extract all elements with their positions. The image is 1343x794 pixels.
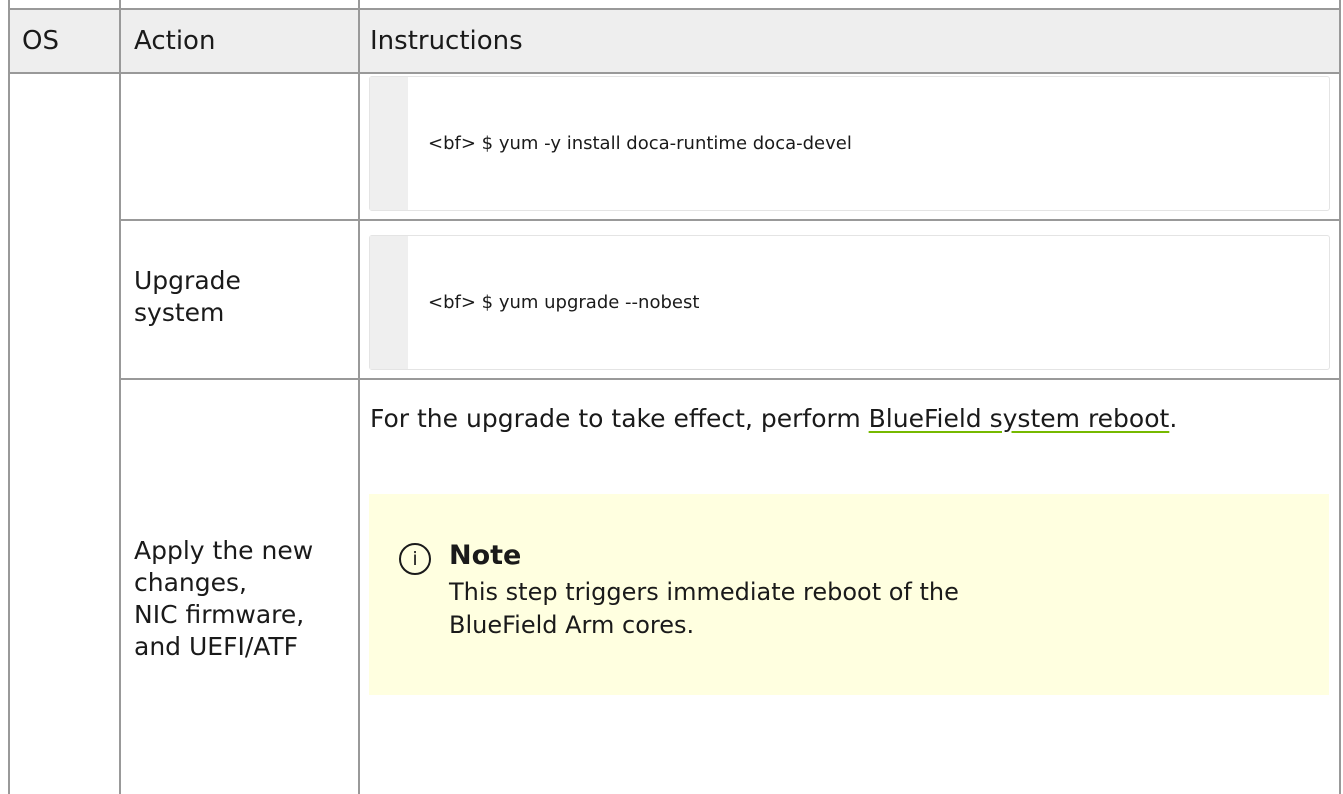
header-divider bbox=[8, 72, 1341, 74]
note-callout: i Note This step triggers immediate rebo… bbox=[369, 494, 1329, 695]
action-line: system bbox=[134, 298, 225, 327]
table-border-right bbox=[1339, 0, 1341, 794]
instruction-period: . bbox=[1169, 404, 1178, 433]
note-body: This step triggers immediate reboot of t… bbox=[449, 576, 959, 642]
code-line[interactable]: <bf> $ yum upgrade --nobest bbox=[428, 291, 699, 315]
header-action: Action bbox=[134, 26, 216, 56]
row-divider-1 bbox=[119, 219, 1341, 221]
instruction-text: For the upgrade to take effect, perform bbox=[370, 404, 869, 433]
table-border-top bbox=[8, 8, 1341, 10]
action-line: changes, bbox=[134, 568, 247, 597]
code-gutter bbox=[370, 77, 408, 210]
row-divider-2 bbox=[119, 378, 1341, 380]
note-title: Note bbox=[449, 540, 522, 571]
code-block-install[interactable]: <bf> $ yum -y install doca-runtime doca-… bbox=[369, 76, 1330, 211]
action-line: Apply the new bbox=[134, 536, 314, 565]
action-line: Upgrade bbox=[134, 266, 241, 295]
note-line: This step triggers immediate reboot of t… bbox=[449, 578, 959, 606]
action-line: NIC firmware, bbox=[134, 600, 305, 629]
note-line: BlueField Arm cores. bbox=[449, 611, 695, 639]
column-divider-os bbox=[119, 0, 121, 794]
action-line: and UEFI/ATF bbox=[134, 632, 299, 661]
header-instructions: Instructions bbox=[370, 26, 523, 56]
instructions-table: OS Action Instructions <bf> $ yum -y ins… bbox=[0, 0, 1343, 794]
header-os: OS bbox=[22, 26, 59, 56]
bluefield-reboot-link[interactable]: BlueField system reboot bbox=[869, 404, 1170, 433]
table-border-left bbox=[8, 0, 10, 794]
code-line[interactable]: <bf> $ yum -y install doca-runtime doca-… bbox=[428, 132, 852, 156]
reboot-instruction: For the upgrade to take effect, perform … bbox=[370, 402, 1177, 436]
code-block-upgrade[interactable]: <bf> $ yum upgrade --nobest bbox=[369, 235, 1330, 370]
info-icon: i bbox=[399, 543, 431, 575]
column-divider-action bbox=[358, 0, 360, 794]
code-gutter bbox=[370, 236, 408, 369]
action-upgrade-system: Upgrade system bbox=[134, 265, 241, 329]
action-apply-changes: Apply the new changes, NIC firmware, and… bbox=[134, 535, 313, 663]
